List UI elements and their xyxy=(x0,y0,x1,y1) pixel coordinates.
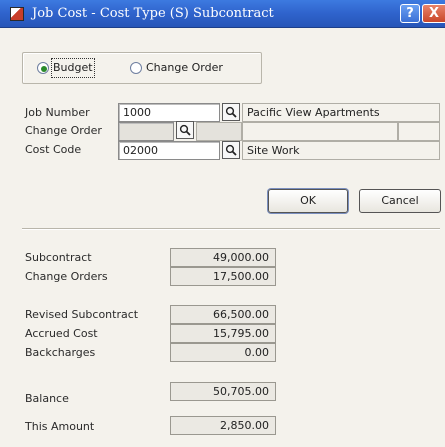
change-order-extra-field xyxy=(196,122,242,141)
change-order-label: Change Order xyxy=(25,124,102,137)
accrued-cost-label: Accrued Cost xyxy=(25,327,98,340)
subcontract-amount: 49,000.00 xyxy=(170,248,276,267)
cost-code-input[interactable]: 02000 xyxy=(118,141,220,160)
cancel-button[interactable]: Cancel xyxy=(359,189,441,213)
cost-code-label: Cost Code xyxy=(25,143,82,156)
job-number-lookup-button[interactable] xyxy=(222,103,240,121)
revised-subcontract-amount: 66,500.00 xyxy=(170,305,276,324)
change-orders-amount: 17,500.00 xyxy=(170,267,276,286)
change-order-input[interactable] xyxy=(118,122,174,141)
cost-code-lookup-button[interactable] xyxy=(222,141,240,159)
section-divider xyxy=(22,228,440,230)
close-button[interactable]: X xyxy=(422,4,445,23)
magnifier-icon xyxy=(225,106,237,118)
balance-amount: 50,705.00 xyxy=(170,382,276,401)
help-button[interactable]: ? xyxy=(400,4,420,23)
budget-radio-label[interactable]: Budget xyxy=(51,58,95,78)
change-orders-label: Change Orders xyxy=(25,270,108,283)
magnifier-icon xyxy=(225,144,237,156)
job-number-label: Job Number xyxy=(25,106,90,119)
app-icon xyxy=(10,7,24,21)
ok-button[interactable]: OK xyxy=(268,189,348,213)
job-name-display: Pacific View Apartments xyxy=(242,103,440,122)
change-order-lookup-button[interactable] xyxy=(176,121,194,139)
change-order-radio-label[interactable]: Change Order xyxy=(146,60,223,76)
job-number-input[interactable]: 1000 xyxy=(118,103,220,122)
subcontract-label: Subcontract xyxy=(25,251,92,264)
this-amount-amount: 2,850.00 xyxy=(170,416,276,435)
change-order-status xyxy=(398,122,440,141)
revised-subcontract-label: Revised Subcontract xyxy=(25,308,139,321)
backcharges-amount: 0.00 xyxy=(170,343,276,362)
this-amount-label: This Amount xyxy=(25,420,95,433)
window-title: Job Cost - Cost Type (S) Subcontract xyxy=(32,6,274,21)
change-order-description xyxy=(242,122,398,141)
accrued-cost-amount: 15,795.00 xyxy=(170,324,276,343)
backcharges-label: Backcharges xyxy=(25,346,96,359)
cost-code-name-display: Site Work xyxy=(242,141,440,160)
budget-radio-icon[interactable] xyxy=(37,62,49,74)
change-order-radio-icon[interactable] xyxy=(130,62,142,74)
balance-label: Balance xyxy=(25,392,69,405)
magnifier-icon xyxy=(179,124,191,136)
